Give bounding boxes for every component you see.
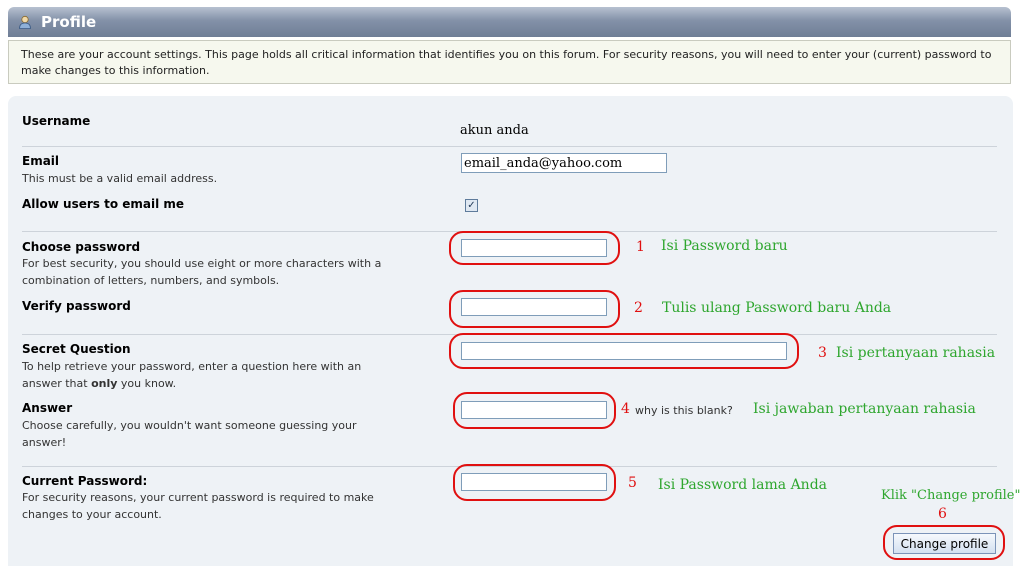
annotation-ring [883,525,1005,560]
annotation-ring [453,464,616,501]
annotation-number: 4 [621,401,630,417]
email-field[interactable] [461,153,667,173]
verify-password-label: Verify password [22,299,131,313]
annotation-number: 6 [938,506,947,522]
answer-label: Answer [22,401,73,415]
username-value: akun anda [460,123,529,138]
page-title: Profile [41,13,97,31]
annotation-ring [449,333,799,369]
current-password-label: Current Password: [22,474,148,488]
secret-question-description: To help retrieve your password, enter a … [22,360,362,390]
annotation-text: Isi pertanyaan rahasia [836,345,996,361]
choose-password-label: Choose password [22,240,141,254]
annotation-ring [449,290,620,328]
current-password-description: For security reasons, your current passw… [22,491,374,521]
annotation-text: Isi Password baru [661,238,788,254]
username-label: Username [22,114,91,128]
allow-email-checkbox[interactable]: ✓ [465,199,478,212]
intro-text: These are your account settings. This pa… [8,40,1011,84]
annotation-text: Isi jawaban pertanyaan rahasia [753,401,976,417]
annotation-text: Isi Password lama Anda [658,477,827,493]
annotation-number: 2 [634,300,643,316]
profile-header: Profile [8,7,1011,37]
annotation-ring [449,231,620,265]
allow-email-label: Allow users to email me [22,197,185,211]
annotation-text: Tulis ulang Password baru Anda [662,300,892,316]
user-icon [19,15,31,29]
why-blank-link[interactable]: why is this blank? [635,404,733,417]
divider [22,146,997,147]
annotation-ring [453,392,616,429]
email-label: Email [22,154,60,168]
answer-description: Choose carefully, you wouldn't want some… [22,419,357,449]
choose-password-description: For best security, you should use eight … [22,257,382,287]
email-description: This must be a valid email address. [22,172,218,185]
annotation-number: 5 [628,475,637,491]
annotation-number: 3 [818,345,827,361]
secret-question-label: Secret Question [22,342,131,356]
annotation-number: 1 [636,239,645,255]
annotation-text: Klik "Change profile" [881,488,1021,503]
